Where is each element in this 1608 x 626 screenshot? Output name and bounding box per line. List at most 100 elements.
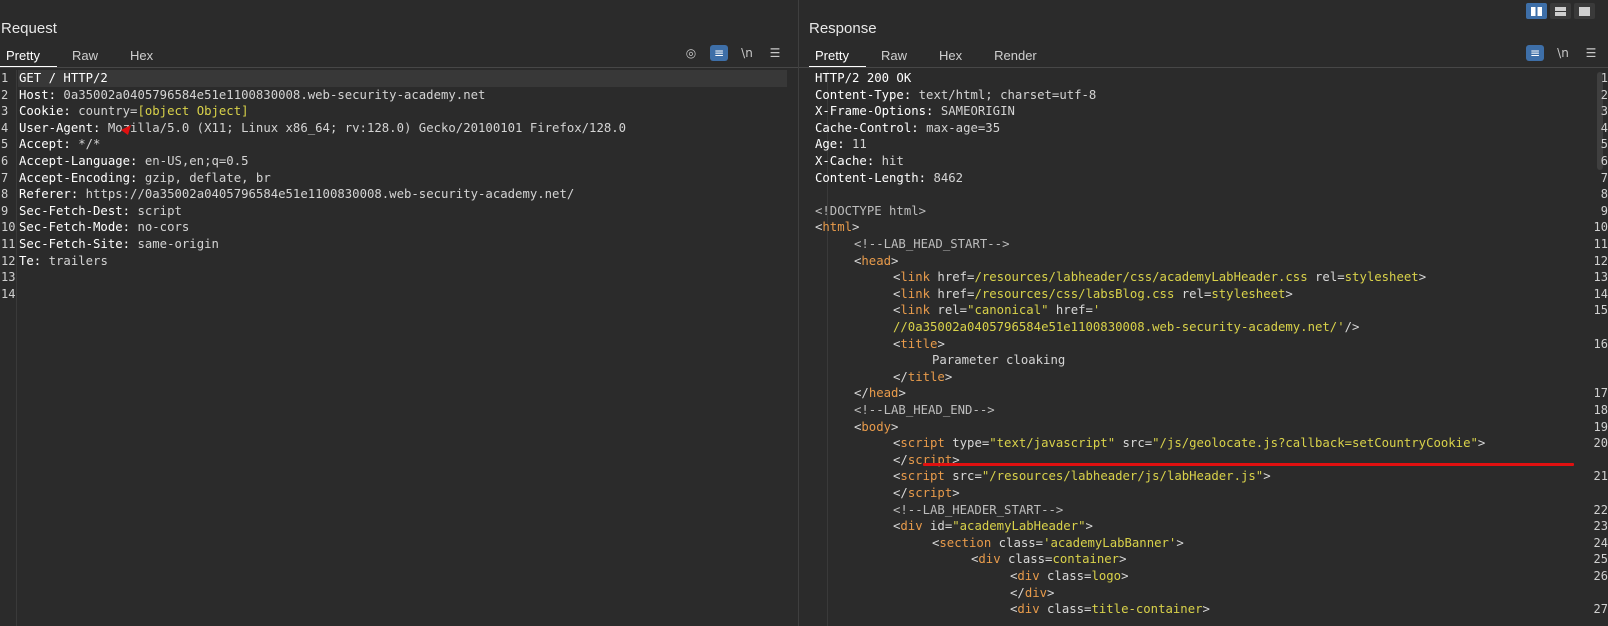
response-tools: ≡ \n ☰ — [1526, 44, 1600, 62]
response-line: </head> — [854, 385, 906, 402]
code-token: div — [978, 552, 1001, 567]
code-token: title-container — [1091, 602, 1203, 617]
response-tab-hex[interactable]: Hex — [924, 44, 979, 68]
line-number: 13 — [1593, 270, 1608, 285]
response-line: </script> — [893, 485, 960, 502]
response-line: <script src="/resources/labheader/js/lab… — [893, 468, 1271, 485]
line-number: 17 — [1593, 386, 1608, 401]
response-line: <!--LAB_HEAD_START--> — [854, 236, 1009, 253]
code-token: > — [891, 419, 899, 434]
request-tabs-divider — [0, 67, 798, 68]
code-token: en-US,en;q=0.5 — [144, 154, 249, 168]
response-line: Parameter cloaking — [932, 352, 1065, 369]
request-line: User-Agent: Mozilla/5.0 (X11; Linux x86_… — [19, 120, 626, 137]
split-vertical-layout-icon — [1531, 6, 1542, 16]
request-pane: Request Pretty Raw Hex ◎ ≡ \n ☰ 1 2 3 4 5 6 7 8 9 10 11… — [0, 0, 798, 626]
line-number: 11 — [1593, 237, 1608, 251]
code-token: text/html; charset=utf-8 — [918, 87, 1097, 102]
code-token: class= — [1000, 552, 1053, 567]
code-token: section — [939, 535, 992, 550]
code-token: "text/javascript" — [989, 436, 1116, 451]
eye-off-icon[interactable]: ◎ — [682, 45, 700, 61]
request-editor[interactable]: 1 2 3 4 5 6 7 8 9 10 11 12 13 14 GET / HTTP/2 Host: 0a3… — [0, 70, 798, 626]
code-token: > — [1418, 270, 1427, 285]
single-tab-layout-button[interactable] — [1574, 3, 1595, 19]
code-token: Content-Type: — [815, 87, 919, 102]
request-tab-pretty[interactable]: Pretty — [0, 44, 57, 68]
code-token: script — [900, 469, 945, 484]
line-number: 19 — [1593, 419, 1608, 434]
code-token: > — [1477, 436, 1486, 451]
line-number: 8 — [1600, 187, 1608, 202]
code-token: body — [861, 419, 892, 434]
newline-toggle[interactable]: \n — [738, 45, 756, 61]
line-number: 11 — [1, 237, 16, 251]
code-token: script — [137, 203, 182, 218]
code-token: rel= — [1307, 270, 1345, 285]
wrap-lines-icon[interactable]: ≡ — [710, 45, 728, 61]
code-token: rel= — [930, 303, 968, 318]
code-token: Accept: — [19, 137, 79, 152]
request-tab-raw[interactable]: Raw — [57, 44, 115, 68]
code-token: > — [852, 220, 860, 235]
menu-icon[interactable]: ☰ — [1582, 45, 1600, 61]
code-token: > — [952, 486, 960, 500]
code-token: > — [898, 386, 906, 401]
code-token: > — [1176, 535, 1184, 550]
line-number: 7 — [1600, 170, 1608, 185]
code-token: Parameter cloaking — [932, 353, 1066, 368]
response-tab-render[interactable]: Render — [979, 44, 1054, 68]
line-number: 14 — [1, 286, 16, 301]
code-token: same-origin — [137, 237, 219, 251]
code-token: Content-Length: — [815, 170, 934, 185]
response-line: X-Frame-Options: SAMEORIGIN — [815, 103, 1015, 120]
split-horizontal-layout-button[interactable] — [1550, 3, 1571, 19]
response-editor[interactable]: 1 HTTP/2 200 OK 2 Content-Type: text/html; … — [799, 70, 1608, 626]
line-number: 5 — [1600, 137, 1608, 152]
line-number: 14 — [1593, 286, 1608, 301]
response-line: <head> — [854, 253, 898, 270]
wrap-lines-icon[interactable]: ≡ — [1526, 45, 1544, 61]
line-number: 27 — [1593, 602, 1608, 617]
response-line: </title> — [893, 369, 952, 386]
newline-toggle[interactable]: \n — [1554, 45, 1572, 61]
code-token: href= — [1048, 303, 1093, 318]
line-number: 22 — [1593, 502, 1608, 517]
code-token: title — [907, 369, 945, 384]
code-token: href= — [930, 286, 975, 301]
line-number: 16 — [1593, 336, 1608, 351]
line-number: 25 — [1593, 552, 1608, 567]
request-tab-hex[interactable]: Hex — [115, 44, 170, 68]
line-number: 2 — [1600, 87, 1608, 102]
code-token: > — [1263, 469, 1271, 484]
code-token: class= — [1039, 569, 1092, 583]
response-line: //0a35002a0405796584e51e1100830008.web-s… — [893, 319, 1359, 336]
code-token: <!--LAB_HEAD_START--> — [854, 237, 1010, 251]
code-token: /resources/css/labsBlog.css — [974, 286, 1175, 301]
response-tab-raw[interactable]: Raw — [866, 44, 924, 68]
response-pane: Response Pretty Raw Hex Render ≡ \n ☰ 1 HTTP/2… — [799, 0, 1608, 626]
code-token: Cookie: — [19, 104, 79, 119]
response-tab-pretty[interactable]: Pretty — [809, 44, 866, 68]
split-vertical-layout-button[interactable] — [1526, 3, 1547, 19]
layout-buttons — [1526, 3, 1595, 19]
response-line: </script> — [893, 452, 960, 469]
code-token: Accept-Encoding: — [19, 170, 145, 185]
response-line: <!--LAB_HEAD_END--> — [854, 402, 995, 419]
current-line-highlight — [18, 70, 787, 87]
response-line: <div class=logo> — [1010, 568, 1128, 585]
response-line: <!DOCTYPE html> — [815, 203, 926, 220]
response-tabs-divider — [799, 67, 1608, 68]
code-token: > — [1121, 569, 1129, 583]
code-token: stylesheet — [1211, 286, 1286, 301]
response-line: <title> — [893, 336, 945, 353]
code-token: > — [891, 253, 899, 268]
menu-icon[interactable]: ☰ — [766, 45, 784, 61]
code-token: container — [1052, 552, 1120, 567]
code-token: Accept-Language: — [19, 154, 145, 168]
code-token: Te: — [19, 253, 49, 268]
response-line: <html> — [815, 219, 859, 236]
code-token: title — [900, 336, 938, 351]
code-token: Mozilla/5.0 (X11; Linux x86_64; rv:128.0… — [107, 120, 627, 135]
code-token: stylesheet — [1344, 270, 1419, 285]
